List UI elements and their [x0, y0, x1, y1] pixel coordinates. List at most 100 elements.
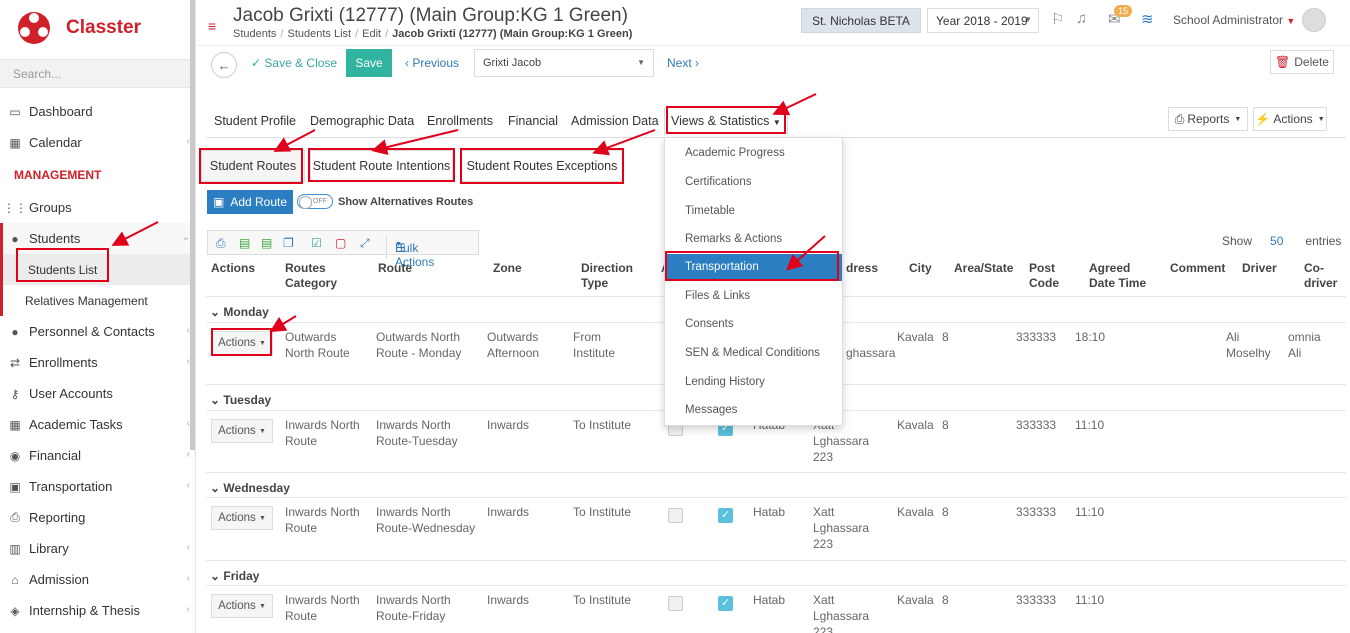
- col-co-driver[interactable]: Co-driver: [1304, 261, 1340, 291]
- year-selector[interactable]: Year 2018 - 2019 ▼: [927, 8, 1039, 33]
- save-button[interactable]: Save: [346, 49, 392, 77]
- alternatives-toggle[interactable]: OFF: [297, 194, 333, 209]
- sidebar-item-academic-tasks[interactable]: ▦ Academic Tasks ‹: [0, 409, 190, 440]
- bell-icon[interactable]: ♫: [1076, 10, 1087, 27]
- square-icon[interactable]: ▢: [335, 236, 346, 250]
- row-checkbox-checked[interactable]: ✓: [718, 508, 733, 523]
- menu-item-remarks-actions[interactable]: Remarks & Actions: [665, 226, 842, 253]
- col-address[interactable]: dress: [846, 261, 878, 276]
- sidebar-item-personnel[interactable]: ● Personnel & Contacts ‹: [0, 316, 190, 347]
- col-post-code[interactable]: Post Code: [1029, 261, 1069, 291]
- user-menu[interactable]: School Administrator ▼: [1173, 13, 1295, 27]
- sidebar-item-library[interactable]: ▥ Library ‹: [0, 533, 190, 564]
- previous-button[interactable]: ‹ Previous: [405, 56, 459, 70]
- row-checkbox[interactable]: [668, 508, 683, 523]
- sidebar-search-input[interactable]: Search...: [0, 59, 190, 88]
- cell-category: Inwards North Route: [285, 418, 360, 448]
- group-row-wednesday[interactable]: ⌄ Wednesday: [206, 472, 1346, 500]
- menu-item-sen-medical[interactable]: SEN & Medical Conditions: [665, 340, 842, 367]
- tab-student-profile[interactable]: Student Profile: [214, 114, 296, 128]
- check-square-icon[interactable]: ☑: [311, 236, 322, 250]
- print-icon[interactable]: ⎙: [216, 236, 226, 251]
- row-checkbox-checked[interactable]: ✓: [718, 596, 733, 611]
- col-area-state[interactable]: Area/State: [954, 261, 1013, 276]
- sidebar-item-reporting[interactable]: ⎙ Reporting: [0, 502, 190, 533]
- cell-time: 11:10: [1075, 418, 1105, 432]
- save-close-button[interactable]: ✓ Save & Close: [251, 56, 337, 70]
- layers-icon[interactable]: ≋: [1141, 10, 1154, 28]
- breadcrumb-edit[interactable]: Edit: [362, 28, 381, 40]
- sidebar-item-enrollments[interactable]: ⇄ Enrollments ‹: [0, 347, 190, 378]
- brand-logo[interactable]: Classter: [16, 10, 141, 46]
- menu-item-consents[interactable]: Consents: [665, 311, 842, 338]
- bulk-actions-button[interactable]: ☰ Bulk Actions ▼: [386, 236, 434, 269]
- site-selector[interactable]: St. Nicholas BETA: [801, 8, 921, 33]
- bus-icon: ▣: [212, 195, 225, 209]
- menu-icon[interactable]: ≡: [208, 18, 216, 34]
- page-length-select[interactable]: 50: [1270, 234, 1283, 248]
- caret-down-icon: ▼: [1234, 115, 1242, 123]
- row-actions-button[interactable]: Actions ▼: [211, 419, 273, 443]
- cell-area: 8: [942, 418, 949, 432]
- col-direction-type[interactable]: Direction Type: [581, 261, 636, 291]
- expand-icon[interactable]: ⤢: [360, 236, 370, 251]
- sidebar-item-calendar[interactable]: ▦ Calendar ‹: [0, 127, 190, 158]
- col-comment[interactable]: Comment: [1170, 261, 1225, 276]
- col-agreed-date-time[interactable]: Agreed Date Time: [1089, 261, 1149, 291]
- cell-co-driver: omnia Ali: [1288, 330, 1321, 360]
- breadcrumb-students[interactable]: Students: [233, 28, 276, 40]
- flag-icon[interactable]: ⚐: [1051, 10, 1064, 28]
- sidebar-scrollbar[interactable]: [190, 0, 195, 450]
- row-actions-button[interactable]: Actions ▼: [211, 506, 273, 530]
- caret-down-icon: ▼: [258, 602, 266, 610]
- copy-icon[interactable]: ❐: [283, 236, 294, 250]
- row-actions-button[interactable]: Actions ▼: [211, 594, 273, 618]
- sidebar-item-relatives[interactable]: Relatives Management: [0, 285, 190, 316]
- sidebar-item-user-accounts[interactable]: ⚷ User Accounts: [0, 378, 190, 409]
- sidebar-item-internship[interactable]: ◈ Internship & Thesis ‹: [0, 595, 190, 626]
- group-row-friday[interactable]: ⌄ Friday: [206, 560, 1346, 588]
- col-route[interactable]: Route: [378, 261, 412, 276]
- col-city[interactable]: City: [909, 261, 932, 276]
- sidebar-item-transportation[interactable]: ▣ Transportation ‹: [0, 471, 190, 502]
- chevron-left-icon: ‹: [186, 573, 190, 584]
- delete-button[interactable]: 🗑 Delete: [1270, 50, 1334, 74]
- avatar[interactable]: [1302, 8, 1326, 32]
- col-zone[interactable]: Zone: [493, 261, 522, 276]
- add-route-button[interactable]: ▣ Add Route: [207, 190, 293, 214]
- sidebar-item-dashboard[interactable]: ▭ Dashboard: [0, 96, 190, 127]
- menu-item-timetable[interactable]: Timetable: [665, 198, 842, 225]
- tab-admission-data[interactable]: Admission Data: [571, 114, 659, 128]
- cell-driver: Ali Moselhy: [1226, 330, 1271, 360]
- sidebar-item-financial[interactable]: ◉ Financial ‹: [0, 440, 190, 471]
- institution-icon: ⌂: [11, 572, 19, 587]
- tab-enrollments[interactable]: Enrollments: [427, 114, 493, 128]
- sidebar-item-admission[interactable]: ⌂ Admission ‹: [0, 564, 190, 595]
- breadcrumb-students-list[interactable]: Students List: [287, 28, 351, 40]
- row-checkbox[interactable]: [668, 596, 683, 611]
- books-icon: ▥: [9, 541, 21, 556]
- col-driver[interactable]: Driver: [1242, 261, 1277, 276]
- col-routes-category[interactable]: Routes Category: [285, 261, 345, 291]
- tab-financial[interactable]: Financial: [508, 114, 558, 128]
- sidebar-item-groups[interactable]: ⋮⋮ Groups: [0, 192, 190, 223]
- reports-button[interactable]: ⎙ Reports ▼: [1168, 107, 1248, 131]
- menu-item-files-links[interactable]: Files & Links: [665, 283, 842, 310]
- caret-down-icon: ▼: [258, 514, 266, 522]
- chevron-left-icon: ‹: [405, 56, 409, 70]
- cell-city: Kavala: [897, 505, 934, 519]
- header: ≡ Jacob Grixti (12777) (Main Group:KG 1 …: [196, 0, 1350, 46]
- back-button[interactable]: ←: [211, 52, 237, 78]
- student-select[interactable]: Grixti Jacob ▼: [474, 49, 654, 77]
- actions-button[interactable]: ⚡ Actions ▼: [1253, 107, 1327, 131]
- tab-demographic-data[interactable]: Demographic Data: [310, 114, 414, 128]
- next-button[interactable]: Next ›: [667, 56, 699, 70]
- menu-item-lending-history[interactable]: Lending History: [665, 369, 842, 396]
- menu-item-messages[interactable]: Messages: [665, 397, 842, 424]
- menu-item-academic-progress[interactable]: Academic Progress: [665, 140, 842, 167]
- laptop-icon: ▭: [9, 104, 21, 119]
- csv-icon[interactable]: ▤: [261, 236, 272, 250]
- chevron-left-icon: ‹: [186, 542, 190, 553]
- menu-item-certifications[interactable]: Certifications: [665, 169, 842, 196]
- excel-icon[interactable]: ▤: [239, 236, 250, 250]
